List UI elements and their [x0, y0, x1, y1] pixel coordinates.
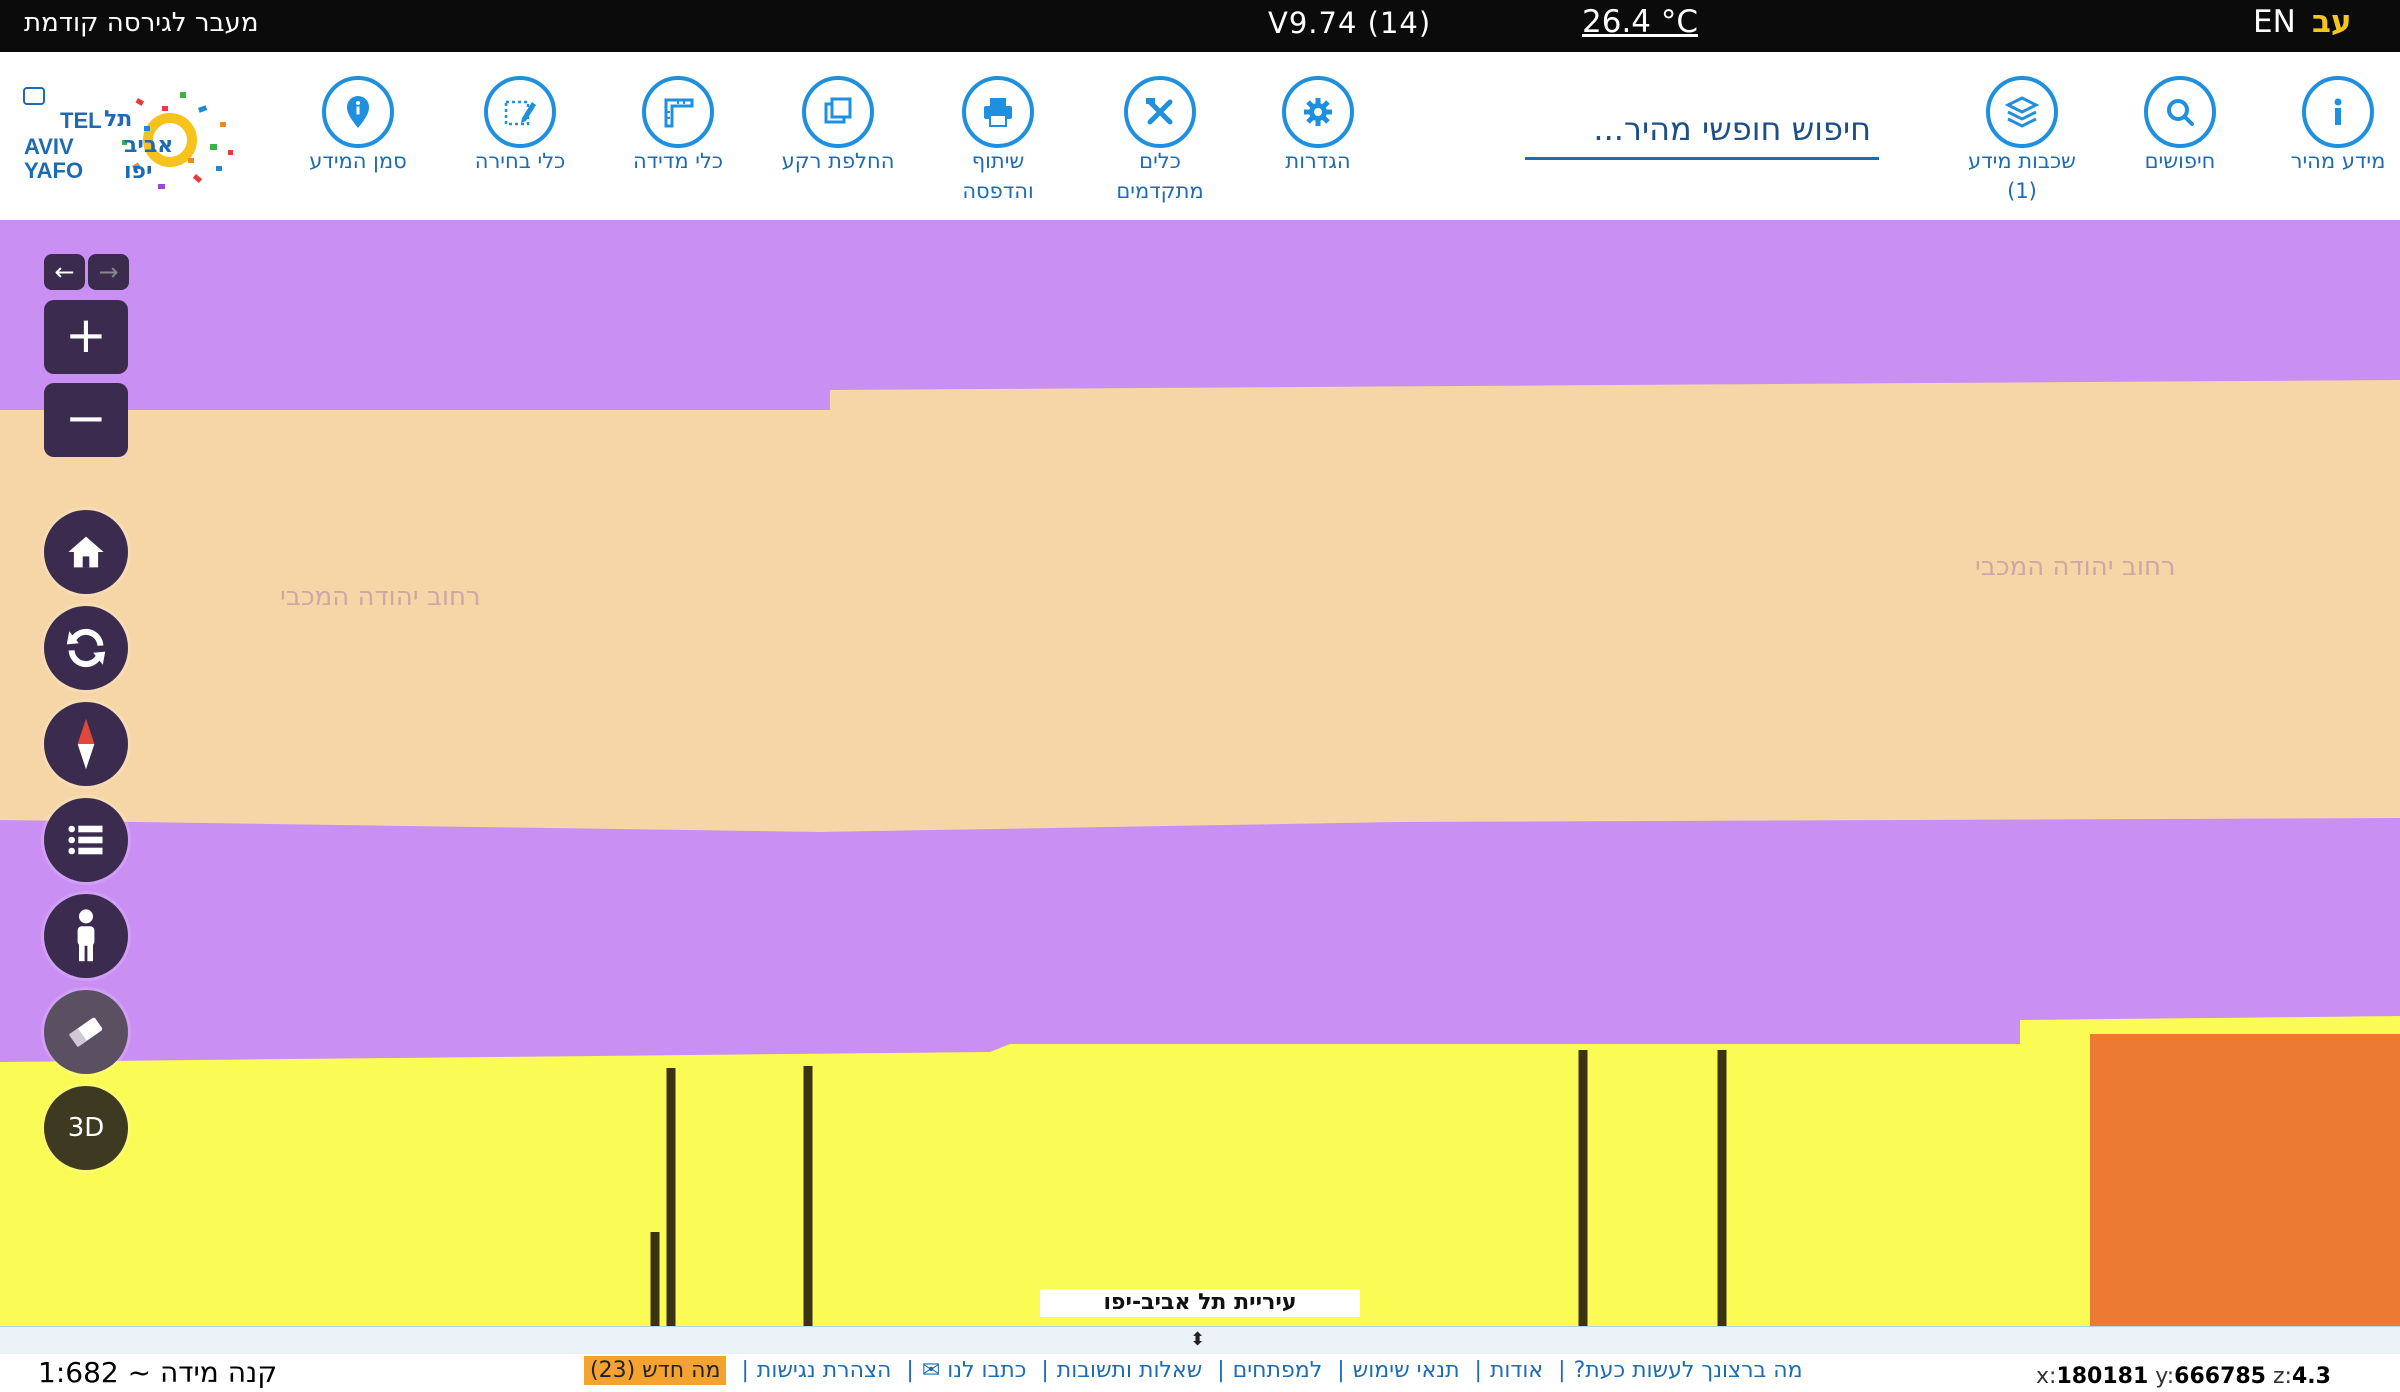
- footer-links: מה ברצונך לעשות כעת?| אודות| תנאי שימוש|…: [580, 1356, 1803, 1385]
- refresh-button[interactable]: [44, 606, 128, 690]
- faint-street-label: רחוב יהודה המכבי: [280, 582, 481, 612]
- person-icon: [77, 909, 95, 962]
- zoom-out-button[interactable]: −: [44, 383, 128, 457]
- quick-search-input[interactable]: [1525, 100, 1879, 157]
- forward-arrow-icon: →: [98, 258, 119, 286]
- coord-z-value: 4.3: [2291, 1364, 2331, 1389]
- coordinates-readout: x:180181 y:666785 z:4.3: [2036, 1364, 2331, 1389]
- settings-label: הגדרות: [1285, 149, 1351, 173]
- logo-he-tel: תל: [104, 107, 132, 132]
- footer-link-contact[interactable]: כתבו לנו ✉: [922, 1358, 1027, 1383]
- coord-z-label: z:: [2273, 1364, 2292, 1389]
- faint-street-label: רחוב יהודה המכבי: [1975, 552, 2176, 582]
- eraser-button[interactable]: [44, 990, 128, 1074]
- list-icon: [68, 825, 103, 855]
- share-print-button[interactable]: שיתוף והדפסה: [908, 76, 1088, 206]
- select-pen-icon: [504, 100, 536, 126]
- measure-tools-label: כלי מדידה: [632, 149, 724, 173]
- temperature-link[interactable]: 26.4 °C: [1582, 4, 1698, 40]
- coord-x-label: x:: [2036, 1364, 2057, 1389]
- language-en-button[interactable]: EN: [2253, 4, 2296, 40]
- tel-aviv-yafo-logo[interactable]: TEL AVIV YAFO תל אביב יפו: [20, 78, 250, 206]
- previous-extent-button[interactable]: ←: [44, 254, 85, 290]
- logo-yafo: YAFO: [24, 158, 83, 183]
- logo-he-aviv: אביב: [124, 133, 173, 158]
- map-canvas[interactable]: ה המכבי רחוב יהודה המכבי רחוב יהודה המכב…: [0, 220, 2400, 1328]
- splitter-handle-icon[interactable]: ⬍: [1190, 1329, 1205, 1350]
- tools-icon: [1146, 98, 1173, 125]
- footer-link-terms[interactable]: תנאי שימוש: [1353, 1358, 1460, 1383]
- map-tiles: ה המכבי רחוב יהודה המכבי רחוב יהודה המכב…: [0, 220, 2400, 1328]
- panel-splitter[interactable]: ⬍: [0, 1326, 2400, 1354]
- logo-aviv: AVIV: [24, 134, 74, 159]
- home-button[interactable]: [44, 510, 128, 594]
- layers-icon: [2004, 96, 2040, 128]
- footer-link-accessibility[interactable]: הצהרת נגישות: [757, 1358, 892, 1383]
- legend-list-button[interactable]: [44, 798, 128, 882]
- building-block-orange: [2090, 1034, 2400, 1328]
- settings-button[interactable]: הגדרות: [1228, 76, 1408, 176]
- background-swap-icon: [824, 97, 852, 124]
- refresh-icon: [66, 628, 106, 668]
- three-d-label: 3D: [67, 1113, 105, 1143]
- whats-new-badge[interactable]: מה חדש (23): [584, 1356, 727, 1385]
- previous-version-link[interactable]: מעבר לגירסה קודמת: [24, 8, 258, 38]
- quick-info-button[interactable]: מידע מהיר: [2248, 76, 2400, 176]
- measure-tools-button[interactable]: כלי מדידה: [588, 76, 768, 176]
- compass-button[interactable]: [44, 702, 128, 786]
- footer-link-what-to-do[interactable]: מה ברצונך לעשות כעת?: [1574, 1358, 1803, 1383]
- info-layers-label: שכבות מידע (1): [1968, 149, 2076, 203]
- logo-tel: TEL: [60, 108, 102, 133]
- advanced-tools-button[interactable]: כלים מתקדמים: [1070, 76, 1250, 206]
- street-view-button[interactable]: [44, 894, 128, 978]
- map-pin-icon: [347, 96, 369, 128]
- select-tools-label: כלי בחירה: [474, 149, 566, 173]
- coord-x-value: 180181: [2056, 1364, 2149, 1389]
- coord-y-label: y:: [2155, 1364, 2175, 1389]
- three-d-button[interactable]: 3D: [44, 1086, 128, 1170]
- searches-label: חיפושים: [2144, 149, 2216, 173]
- info-layers-button[interactable]: שכבות מידע (1): [1932, 76, 2112, 206]
- select-tools-button[interactable]: כלי בחירה: [430, 76, 610, 176]
- gear-icon: [1304, 98, 1332, 126]
- version-label: V9.74 (14): [1268, 6, 1432, 40]
- background-swap-button[interactable]: החלפת רקע: [748, 76, 928, 176]
- minus-icon: −: [65, 389, 107, 447]
- building-block-yellow: [0, 1016, 2400, 1328]
- quick-info-label: מידע מהיר: [2290, 149, 2386, 173]
- quick-search: [1525, 100, 1879, 160]
- search-icon: [2167, 99, 2194, 126]
- eraser-icon: [68, 1017, 103, 1048]
- logo-he-yafo: יפו: [124, 159, 153, 184]
- info-marker-label: סמן המידע: [309, 149, 407, 173]
- zoom-in-button[interactable]: +: [44, 300, 128, 374]
- info-icon: [2334, 98, 2342, 125]
- main-toolbar: מידע מהיר חיפושים שכבות מידע (1) הגדרות …: [0, 52, 2400, 220]
- print-icon: [984, 98, 1012, 127]
- compass-icon: [77, 718, 95, 770]
- street-name-label: ה המכבי: [2390, 449, 2400, 833]
- language-he-button[interactable]: עב: [2312, 4, 2352, 40]
- top-status-bar: מעבר לגירסה קודמת V9.74 (14) 26.4 °C EN …: [0, 0, 2400, 52]
- background-swap-label: החלפת רקע: [781, 149, 895, 173]
- footer-link-about[interactable]: אודות: [1490, 1358, 1543, 1383]
- city-attribution: עיריית תל אביב-יפו: [1040, 1289, 1360, 1317]
- info-marker-button[interactable]: סמן המידע: [268, 76, 448, 176]
- footer-link-faq[interactable]: שאלות ותשובות: [1057, 1358, 1202, 1383]
- next-extent-button[interactable]: →: [88, 254, 129, 290]
- map-scale-label: קנה מידה ~ 1:682: [38, 1356, 278, 1389]
- searches-button[interactable]: חיפושים: [2090, 76, 2270, 176]
- share-print-label: שיתוף והדפסה: [962, 149, 1034, 203]
- app-window: מעבר לגירסה קודמת V9.74 (14) 26.4 °C EN …: [0, 0, 2400, 1392]
- plus-icon: +: [65, 306, 107, 364]
- ruler-icon: [664, 98, 694, 128]
- footer-bar: קנה מידה ~ 1:682 מה ברצונך לעשות כעת?| א…: [0, 1354, 2400, 1392]
- footer-link-developers[interactable]: למפתחים: [1233, 1358, 1323, 1383]
- home-icon: [68, 536, 104, 568]
- coord-y-value: 666785: [2174, 1364, 2266, 1389]
- municipal-emblem-icon: [23, 87, 45, 105]
- back-arrow-icon: ←: [54, 258, 75, 286]
- advanced-tools-label: כלים מתקדמים: [1116, 149, 1204, 203]
